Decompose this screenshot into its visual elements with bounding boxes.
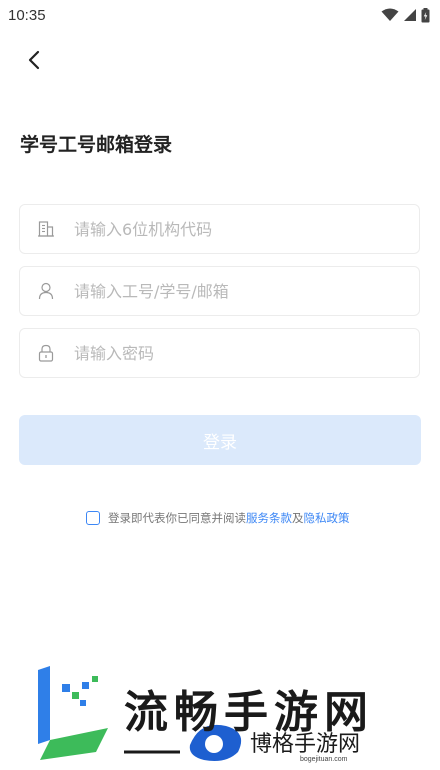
signal-icon <box>404 9 416 21</box>
account-input[interactable] <box>72 280 419 302</box>
login-button[interactable]: 登录 <box>19 415 421 465</box>
watermark-subtitle: 博格手游网 <box>250 732 361 757</box>
status-time: 10:35 <box>8 6 46 24</box>
agreement-and: 及 <box>292 511 304 525</box>
agreement-prefix: 登录即代表你已同意并阅读 <box>108 511 246 525</box>
terms-link[interactable]: 服务条款 <box>246 510 292 526</box>
status-icons <box>381 7 430 23</box>
chevron-left-icon <box>28 50 40 70</box>
account-field[interactable] <box>19 266 420 316</box>
wifi-icon <box>381 8 399 21</box>
user-icon <box>20 282 72 300</box>
building-icon <box>20 220 72 238</box>
password-input[interactable] <box>72 342 419 364</box>
privacy-link[interactable]: 隐私政策 <box>304 510 350 526</box>
battery-icon <box>421 7 430 22</box>
watermark-url: bogejituan.com <box>300 756 348 763</box>
status-bar: 10:35 <box>0 0 440 30</box>
password-field[interactable] <box>19 328 420 378</box>
back-button[interactable] <box>20 46 48 74</box>
agreement-row: 登录即代表你已同意并阅读 服务条款 及 隐私政策 <box>86 510 350 526</box>
org-code-field[interactable] <box>19 204 420 254</box>
lock-icon <box>20 344 72 362</box>
agreement-checkbox[interactable] <box>86 511 100 525</box>
page-title: 学号工号邮箱登录 <box>20 135 173 156</box>
org-code-input[interactable] <box>72 218 419 240</box>
